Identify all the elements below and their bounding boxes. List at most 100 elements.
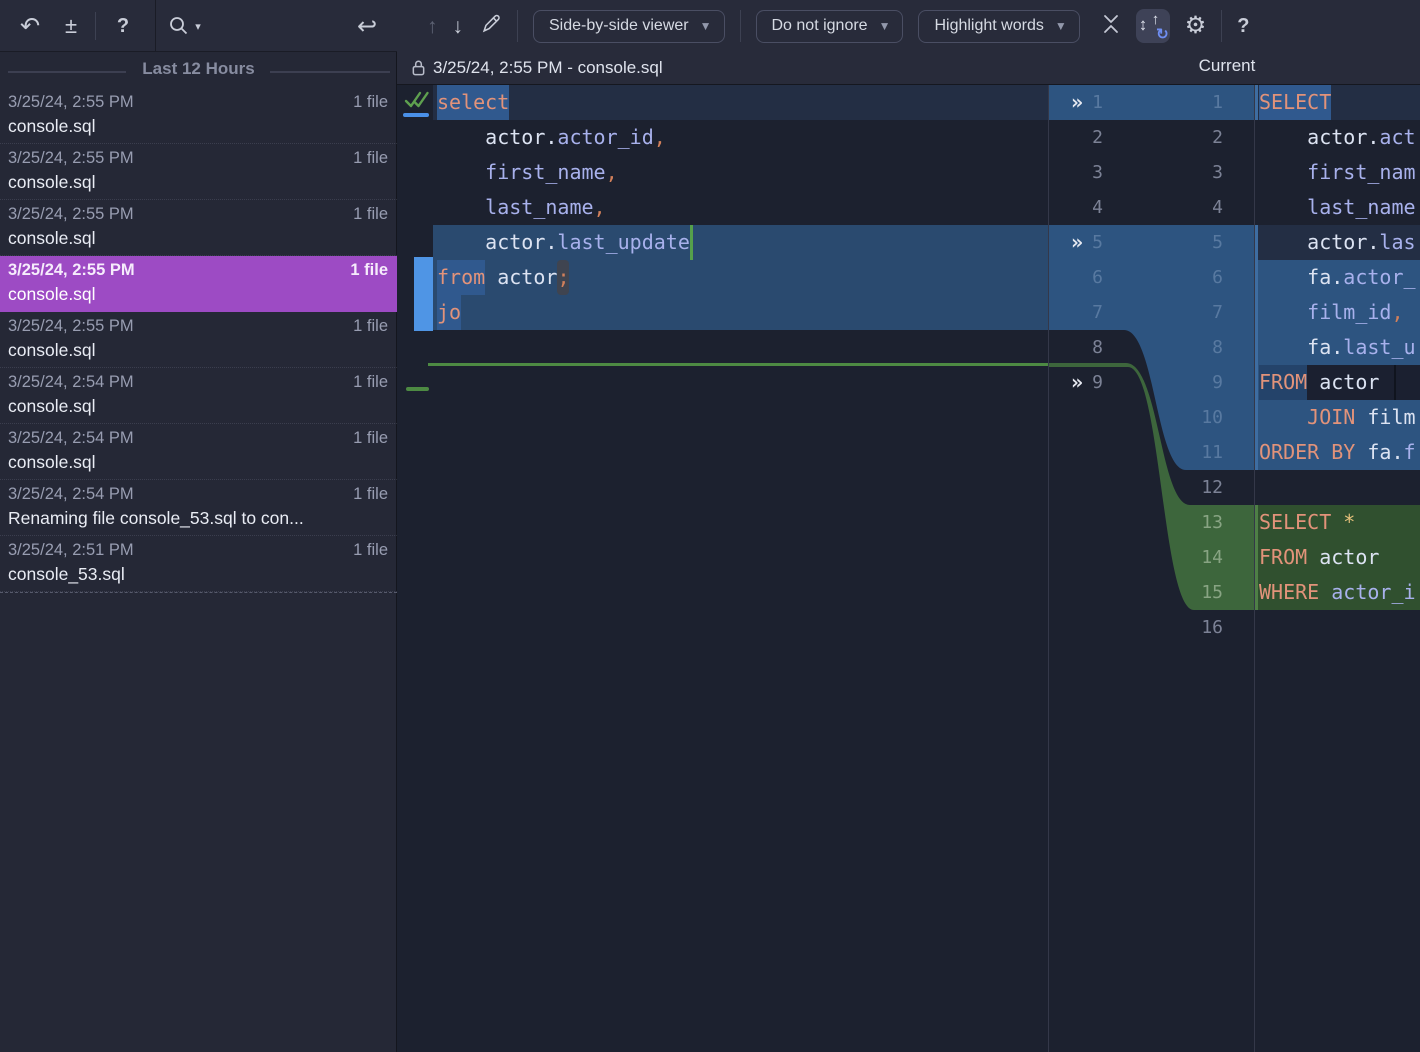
pane-divider [1048,85,1049,1052]
revision-date: 3/25/24, 2:55 PM [8,93,134,112]
line-number: 11 [1048,435,1223,470]
revision-date: 3/25/24, 2:54 PM [8,429,134,448]
toolbar-divider [517,10,518,42]
code-line: actor.act [1259,120,1420,155]
left-editor-pane[interactable]: select actor.actor_id, first_name, last_… [397,85,1048,1052]
right-editor-pane[interactable]: SELECT actor.act first_nam last_name act… [1255,85,1420,1052]
insertion-marker-line [428,363,1048,366]
section-title: Last 12 Hours [0,59,397,79]
revision-date: 3/25/24, 2:51 PM [8,541,134,560]
previous-change-icon[interactable]: ↑ [427,16,438,37]
help-icon[interactable]: ? [108,0,138,52]
diff-gutter-strip: 123456789 12345678910111213141516 »»» [1048,85,1255,1052]
file-count: 1 file [350,261,388,280]
revert-icon[interactable]: ↩ [350,0,384,52]
search-options-caret-icon[interactable]: ▾ [191,0,205,52]
highlight-mode-label: Highlight words [934,17,1043,35]
code-line: from actor; [437,260,1048,295]
apply-change-chevron-icon[interactable]: » [1064,365,1090,400]
code-line: JOIN film [1259,400,1420,435]
right-caret [1394,365,1396,400]
history-section-header: Last 12 Hours [0,56,397,86]
history-list-item[interactable]: 3/25/24, 2:54 PM1 fileconsole.sql [0,424,397,480]
file-count: 1 file [353,205,388,224]
diff-code-area: select actor.actor_id, first_name, last_… [397,85,1420,1052]
revision-label: console.sql [8,340,388,361]
next-change-icon[interactable]: ↓ [453,16,464,37]
code-line: SELECT [1259,85,1420,120]
revision-date: 3/25/24, 2:55 PM [8,149,134,168]
gutter-blue-underline [403,113,429,117]
file-count: 1 file [353,429,388,448]
code-line: fa.actor_ [1259,260,1420,295]
diff-toolbar: ↑ ↓ Side-by-side viewer ▼ Do not ignore … [397,0,1420,52]
toolbar-divider [1221,10,1222,42]
highlight-mode-dropdown[interactable]: Highlight words ▼ [918,10,1079,43]
settings-gear-icon[interactable]: ⚙ [1185,14,1207,38]
line-number: 13 [1048,505,1223,540]
line-number: 4 [1048,190,1223,225]
diff-header-row: 3/25/24, 2:55 PM - console.sql Current [397,52,1420,84]
code-line: select [437,85,1048,120]
apply-change-chevron-icon[interactable]: » [1064,85,1090,120]
line-number: 3 [1048,155,1223,190]
history-list: 3/25/24, 2:55 PM 1 file console.sql 3/25/24… [0,88,397,593]
sidebar-toolbar: ↶ ± ? ▾ ↩ [0,0,397,52]
apply-change-chevron-icon[interactable]: » [1064,225,1090,260]
history-list-item[interactable]: 3/25/24, 2:55 PM 1 file console.sql [0,256,397,312]
history-list-item[interactable]: 3/25/24, 2:55 PM 1 file console.sql [0,312,397,368]
code-line: first_name, [437,155,1048,190]
synchronize-scrolling-button[interactable]: ↕ ↑ ↻ [1136,9,1170,43]
section-divider [155,0,156,52]
line-number: 8 [1048,330,1223,365]
chevron-down-icon: ▼ [700,19,712,33]
revision-label: console_53.sql [8,564,388,585]
file-count: 1 file [353,485,388,504]
left-caret [690,225,693,260]
code-line: actor.last_update [437,225,1048,260]
gutter-insertion-dash [406,387,429,391]
code-line: ORDER BY fa.f [1259,435,1420,470]
code-line: actor.las [1259,225,1420,260]
line-number: 12 [1048,470,1223,505]
history-list-item[interactable]: 3/25/24, 2:51 PM 1 file console_53.sql [0,536,397,592]
change-edge-marker [1255,85,1258,120]
current-side-title: Current [1167,56,1287,76]
code-line: WHERE actor_i [1259,575,1420,610]
create-patch-icon[interactable]: ± [56,0,86,52]
history-list-end-divider [0,592,397,593]
line-number: 6 [1048,260,1223,295]
gutter-change-bar [414,257,433,331]
code-line: jo [437,295,1048,330]
revert-selection-icon[interactable]: ↶ [14,0,46,52]
file-count: 1 file [353,149,388,168]
sync-refresh-icon: ↻ [1156,25,1169,43]
revision-label: console.sql [8,284,388,305]
history-list-item[interactable]: 3/25/24, 2:55 PM 1 file console.sql [0,144,397,200]
line-number: 10 [1048,400,1223,435]
collapse-unchanged-icon[interactable] [1101,13,1121,39]
revision-date: 3/25/24, 2:55 PM [8,261,135,280]
ignore-policy-dropdown[interactable]: Do not ignore ▼ [756,10,904,43]
local-history-sidebar: ↶ ± ? ▾ ↩ Last 12 Hours 3/25/24, 2:55 PM… [0,0,397,1052]
edit-icon[interactable] [480,13,502,39]
history-list-item[interactable]: 3/25/24, 2:54 PM1 fileconsole.sql [0,368,397,424]
viewer-mode-dropdown[interactable]: Side-by-side viewer ▼ [533,10,725,43]
history-list-item[interactable]: 3/25/24, 2:54 PM1 fileRenaming file cons… [0,480,397,536]
history-list-item[interactable]: 3/25/24, 2:55 PM1 fileconsole.sql [0,88,397,144]
code-line: last_name, [437,190,1048,225]
history-list-item[interactable]: 3/25/24, 2:55 PM1 fileconsole.sql [0,200,397,256]
code-line: actor.actor_id, [437,120,1048,155]
file-count: 1 file [353,317,388,336]
code-line: last_name [1259,190,1420,225]
code-line [1259,470,1420,505]
revision-date: 3/25/24, 2:55 PM [8,317,134,336]
viewer-mode-label: Side-by-side viewer [549,17,689,35]
search-icon[interactable] [164,0,194,52]
line-number: 7 [1048,295,1223,330]
file-count: 1 file [353,541,388,560]
revision-date: 3/25/24, 2:55 PM [8,205,134,224]
toolbar-divider [740,10,741,42]
help-icon[interactable]: ? [1237,16,1249,36]
revision-label: console.sql [8,172,388,193]
